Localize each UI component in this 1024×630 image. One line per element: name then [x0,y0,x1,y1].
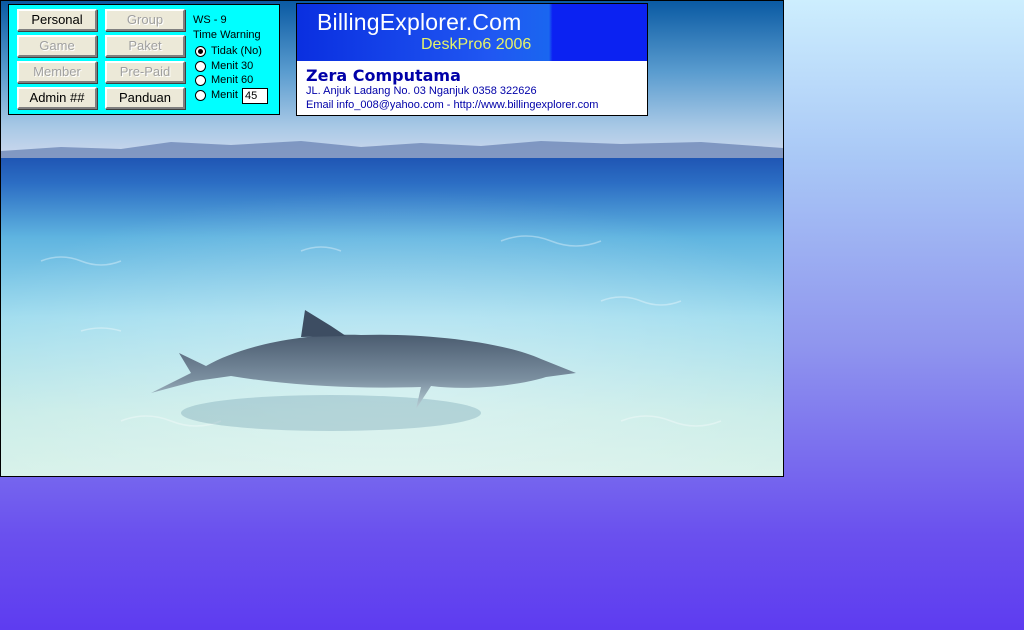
option-label-custom: Menit [211,89,238,101]
workstation-label: WS - 9 [193,14,227,26]
option-label-30: Menit 30 [211,60,254,72]
time-warning-label: Time Warning [193,29,261,41]
prepaid-button[interactable]: Pre-Paid [105,61,185,83]
control-panel: Personal Group Game Paket Member Pre-Pai… [8,4,280,115]
banner-subtitle: DeskPro6 2006 [421,36,532,53]
panduan-button[interactable]: Panduan [105,87,185,109]
banner-title: BillingExplorer.Com [317,9,522,35]
company-contact: Email info_008@yahoo.com - http://www.bi… [306,99,599,111]
radio-tidak[interactable] [195,46,206,57]
custom-minutes-input[interactable]: 45 [242,88,268,104]
billing-banner: BillingExplorer.Com DeskPro6 2006 Zera C… [296,3,648,116]
admin-button[interactable]: Admin ## [17,87,97,109]
company-address: JL. Anjuk Ladang No. 03 Nganjuk 0358 322… [306,85,537,97]
personal-button[interactable]: Personal [17,9,97,31]
company-name: Zera Computama [306,66,461,85]
radio-menit-custom[interactable] [195,90,206,101]
banner-header: BillingExplorer.Com DeskPro6 2006 [297,4,647,61]
option-label-tidak: Tidak (No) [211,45,262,57]
group-button[interactable]: Group [105,9,185,31]
paket-button[interactable]: Paket [105,35,185,57]
radio-menit-30[interactable] [195,61,206,72]
game-button[interactable]: Game [17,35,97,57]
member-button[interactable]: Member [17,61,97,83]
radio-menit-60[interactable] [195,75,206,86]
option-label-60: Menit 60 [211,74,254,86]
